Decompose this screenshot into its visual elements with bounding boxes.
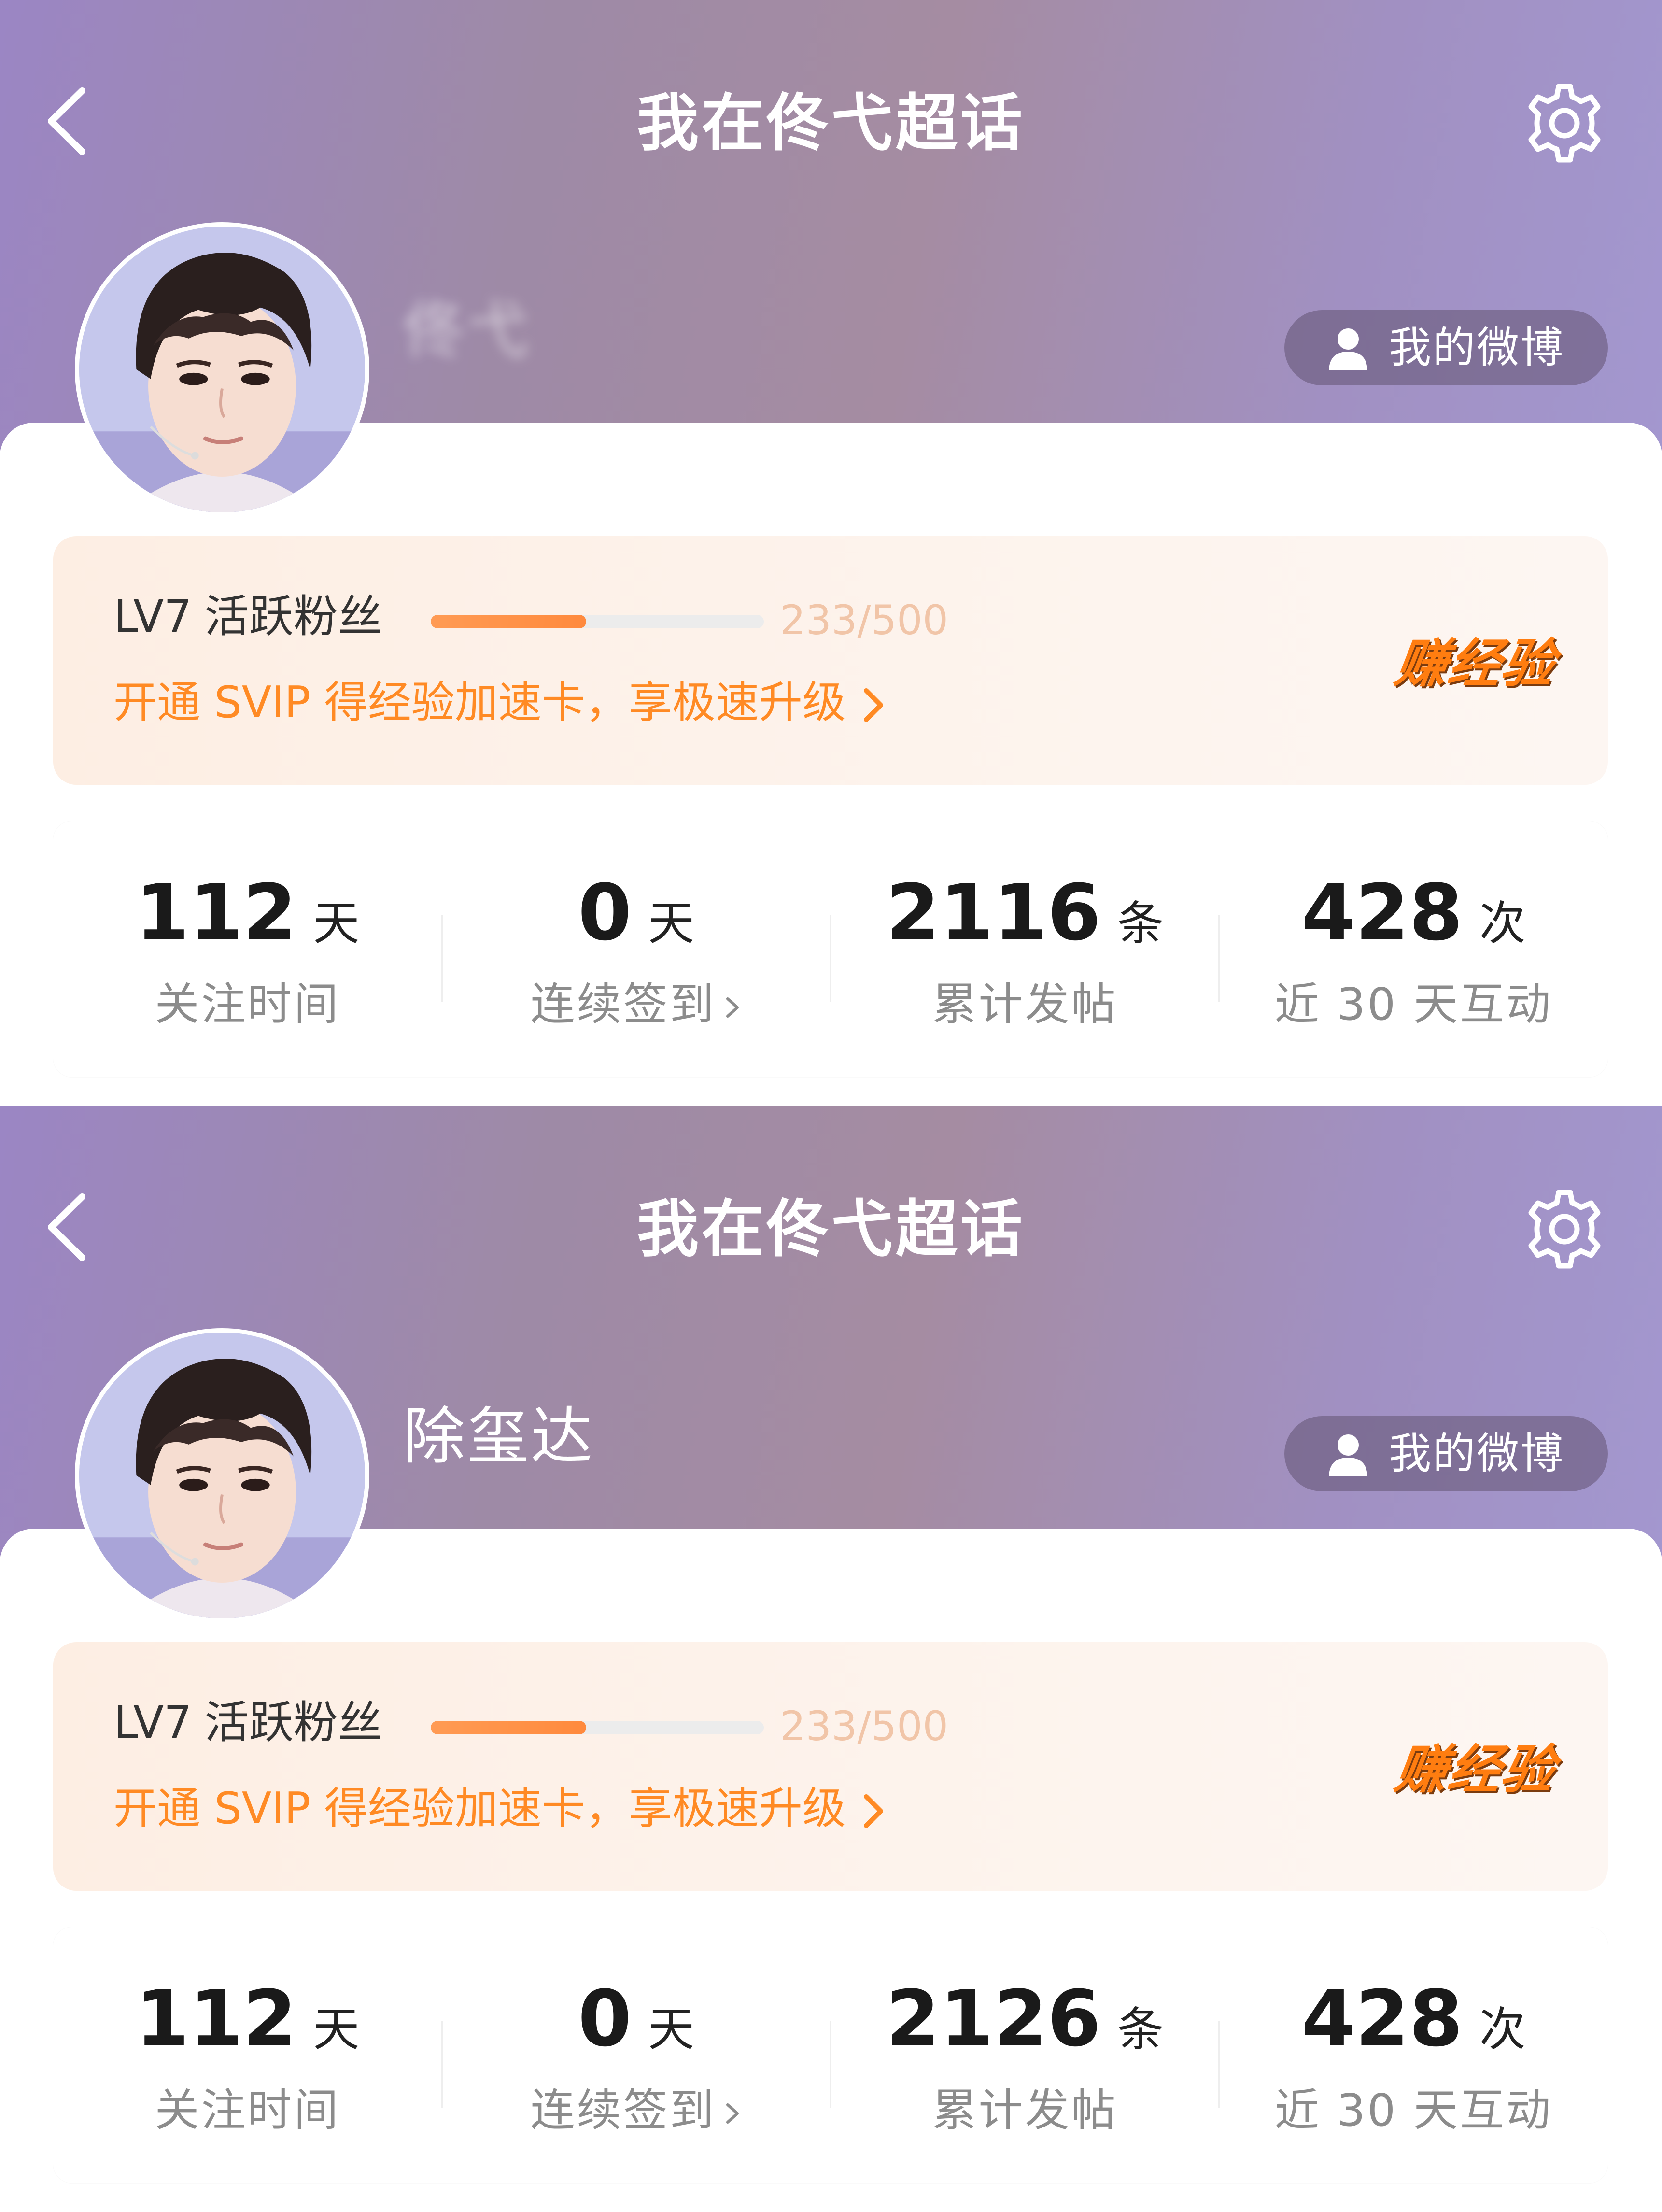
stat-total-posts: 2126 条 累计发帖 [831,1971,1219,2140]
my-weibo-label: 我的微博 [1389,1429,1565,1478]
my-weibo-label: 我的微博 [1389,323,1565,372]
stat-label: 连续签到 [530,978,716,1030]
svip-promo-link[interactable]: 开通 SVIP 得经验加速卡，享极速升级 [113,1782,887,1835]
level-progress-bar [431,615,764,628]
earn-exp-button[interactable]: 赚经验 [1391,1739,1559,1801]
level-progress-bar [431,1721,764,1734]
level-name: 活跃粉丝 [204,591,382,642]
settings-button[interactable] [1521,1186,1608,1273]
chevron-right-icon [723,993,742,1022]
svip-promo-link[interactable]: 开通 SVIP 得经验加速卡，享极速升级 [113,676,887,729]
stat-value: 0 [577,1973,632,2064]
stat-value: 428 [1301,867,1463,958]
stat-follow-days: 112 天 关注时间 [53,1971,442,2140]
gear-icon [1528,84,1601,163]
stat-unit: 天 [648,2002,695,2056]
user-icon [1324,1430,1372,1478]
avatar-image [79,227,365,512]
level-card: LV7 活跃粉丝 233/500 开通 SVIP 得经验加速卡，享极速升级 赚经验 [53,1642,1608,1891]
user-icon [1324,324,1372,372]
settings-button[interactable] [1521,80,1608,167]
svip-promo-text: 开通 SVIP 得经验加速卡，享极速升级 [113,677,846,728]
stats-card: 112 天 关注时间 0天 连续签到 2116 条 累计发帖 428 次 近 30 天… [53,821,1608,1077]
stat-label: 近 30 天互动 [1274,2084,1553,2136]
stat-label: 累计发帖 [932,978,1118,1030]
stat-unit: 天 [313,2002,360,2056]
stat-checkin-streak[interactable]: 0天 连续签到 [442,865,831,1034]
stat-label: 近 30 天互动 [1274,978,1553,1030]
stat-label: 连续签到 [530,2084,716,2136]
chevron-right-icon [723,2099,742,2128]
stat-value: 112 [135,867,297,958]
stat-follow-days: 112 天 关注时间 [53,865,442,1034]
stat-value: 428 [1301,1973,1463,2064]
username: 佟弋 [403,295,531,367]
stat-value: 112 [135,1973,297,2064]
stat-value: 0 [577,867,632,958]
level-card: LV7 活跃粉丝 233/500 开通 SVIP 得经验加速卡，享极速升级 赚经验 [53,536,1608,785]
stat-unit: 次 [1479,2002,1526,2056]
level-info: LV7 活跃粉丝 [113,590,382,643]
level-name: 活跃粉丝 [204,1697,382,1748]
my-weibo-button[interactable]: 我的微博 [1284,310,1608,385]
stat-checkin-streak[interactable]: 0天 连续签到 [442,1971,831,2140]
avatar-image [79,1333,365,1618]
stat-unit: 次 [1479,896,1526,950]
gear-icon [1528,1190,1601,1269]
stat-interactions-30d: 428 次 近 30 天互动 [1219,865,1608,1034]
profile-panel-1: 我在佟弋超话 佟弋 我的微博 LV7 活跃粉丝 233/500 开通 SVIP … [0,0,1662,1106]
level-badge: LV7 [113,591,192,642]
level-progress-text: 233/500 [780,596,948,644]
earn-exp-button[interactable]: 赚经验 [1391,633,1559,695]
avatar[interactable] [75,1328,369,1623]
stat-interactions-30d: 428 次 近 30 天互动 [1219,1971,1608,2140]
stat-label: 关注时间 [155,978,340,1030]
page-title: 我在佟弋超话 [636,87,1025,159]
stat-value: 2116 [886,867,1101,958]
stats-card: 112 天 关注时间 0天 连续签到 2126 条 累计发帖 428 次 近 30 天… [53,1927,1608,2183]
level-progress-fill [431,615,586,628]
stat-unit: 天 [648,896,695,950]
stat-unit: 天 [313,896,360,950]
profile-panel-2: 我在佟弋超话 除玺达 我的微博 LV7 活跃粉丝 233/500 开通 SVIP… [0,1106,1662,2212]
username: 除玺达 [403,1401,595,1473]
level-progress-fill [431,1721,586,1734]
chevron-right-icon [859,1792,887,1830]
level-progress-text: 233/500 [780,1702,948,1750]
stat-unit: 条 [1117,2002,1164,2056]
stat-label: 关注时间 [155,2084,340,2136]
stat-value: 2126 [886,1973,1101,2064]
page-title: 我在佟弋超话 [636,1193,1025,1265]
avatar[interactable] [75,222,369,517]
stat-label: 累计发帖 [932,2084,1118,2136]
level-badge: LV7 [113,1697,192,1748]
my-weibo-button[interactable]: 我的微博 [1284,1416,1608,1491]
stat-total-posts: 2116 条 累计发帖 [831,865,1219,1034]
svip-promo-text: 开通 SVIP 得经验加速卡，享极速升级 [113,1783,846,1834]
level-info: LV7 活跃粉丝 [113,1696,382,1749]
stat-unit: 条 [1117,896,1164,950]
chevron-right-icon [859,686,887,724]
